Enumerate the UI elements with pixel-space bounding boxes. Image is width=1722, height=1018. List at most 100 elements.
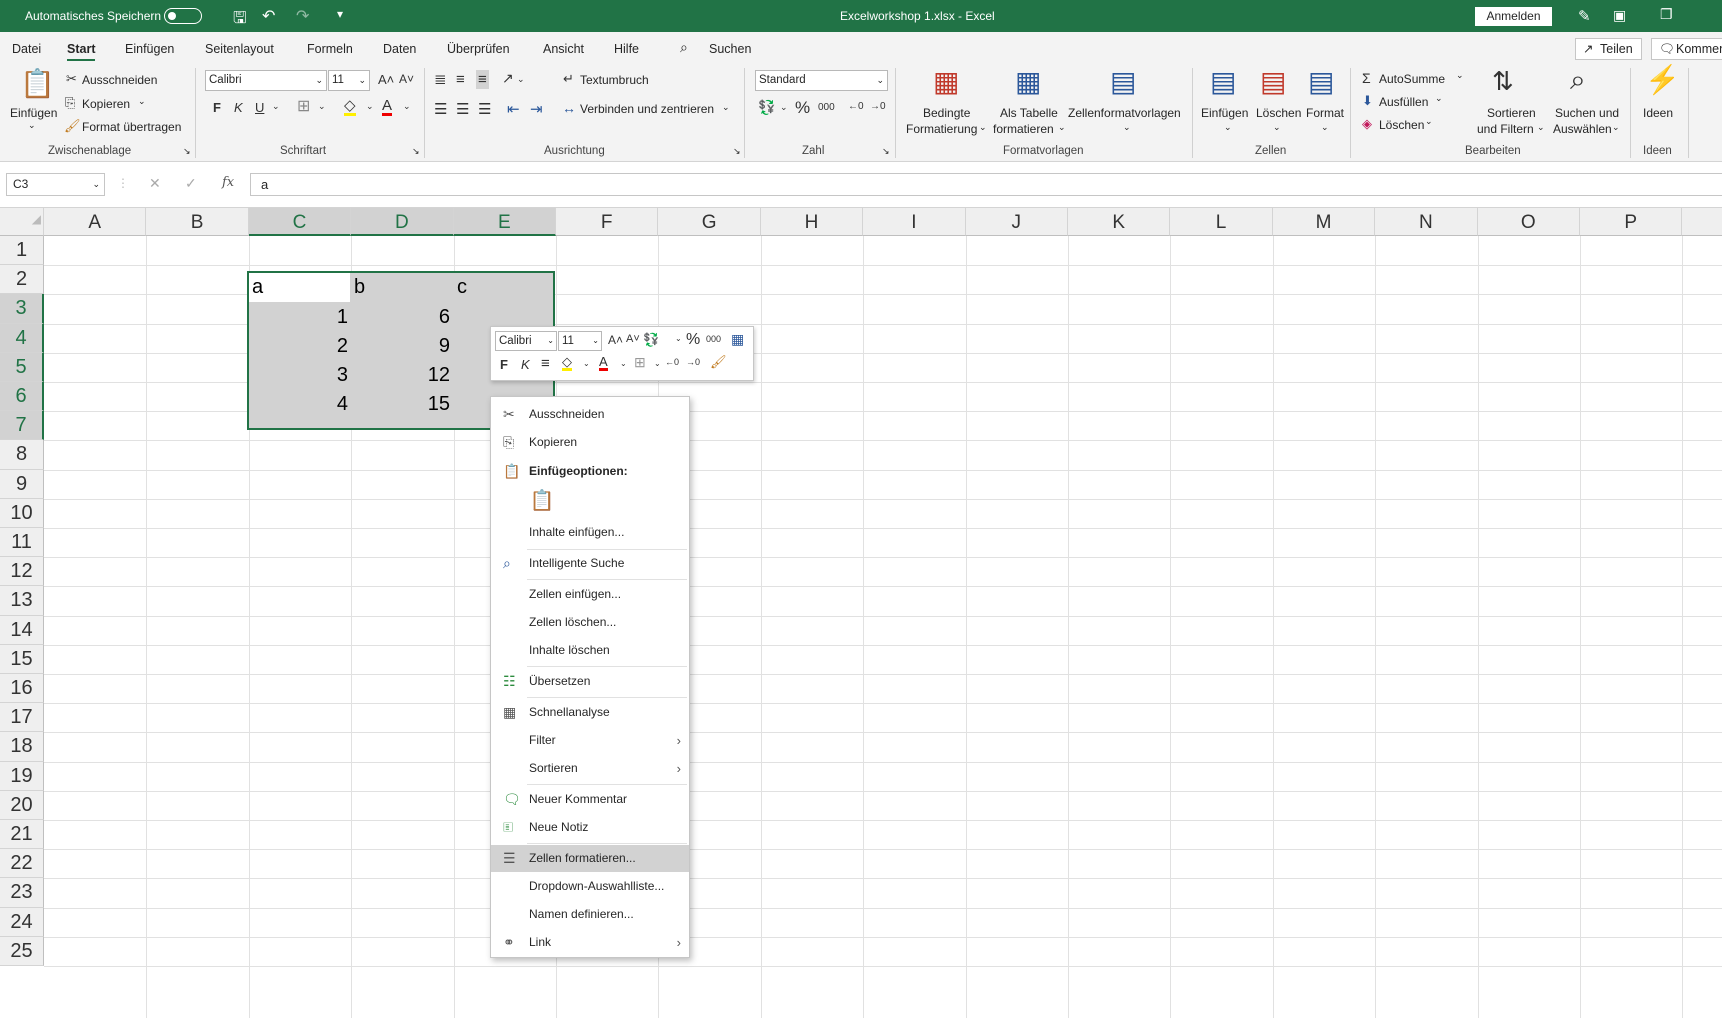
merge-dropdown-icon[interactable]: ⌄ xyxy=(722,102,730,113)
menu-item-sort[interactable]: Sortieren › xyxy=(491,755,689,782)
row-header[interactable]: 14 xyxy=(0,615,44,645)
chevron-down-icon[interactable]: ⌄ xyxy=(1224,122,1232,133)
row-header[interactable]: 18 xyxy=(0,732,44,762)
cell-d7[interactable]: 15 xyxy=(428,393,450,416)
fill-dropdown-icon[interactable]: ⌄ xyxy=(366,102,374,111)
ribbon-display-icon[interactable]: ▣ xyxy=(1613,7,1626,24)
row-header[interactable]: 6 xyxy=(0,382,44,412)
format-painter-button[interactable]: Format übertragen xyxy=(82,120,181,134)
currency-icon[interactable]: 💱 xyxy=(643,333,659,346)
chevron-down-icon[interactable]: ⌄ xyxy=(675,335,682,343)
tab-ueberpruefen[interactable]: Überprüfen xyxy=(447,42,510,56)
row-header[interactable]: 8 xyxy=(0,440,44,470)
conditional-formatting-label-2[interactable]: Formatierung xyxy=(906,122,977,136)
font-name-select[interactable]: Calibri ⌄ xyxy=(205,70,327,91)
cell-c4[interactable]: 1 xyxy=(337,306,348,329)
font-shrink-icon[interactable]: A˅ xyxy=(626,334,640,345)
chevron-down-icon[interactable]: ⌄ xyxy=(1435,93,1443,104)
menu-item-clear-contents[interactable]: Inhalte löschen xyxy=(491,637,689,664)
align-middle-icon[interactable]: ≡ xyxy=(456,72,465,87)
pen-icon[interactable]: ✎ xyxy=(1578,7,1591,25)
column-header[interactable]: O xyxy=(1477,208,1580,236)
column-header[interactable]: K xyxy=(1068,208,1171,236)
find-select-label-2[interactable]: Auswählen xyxy=(1553,122,1612,136)
indent-decrease-icon[interactable]: ⇤ xyxy=(507,102,520,117)
format-button[interactable]: Format xyxy=(1306,106,1344,120)
increase-decimal-icon[interactable]: ←0 xyxy=(848,102,864,112)
thousands-separator-icon[interactable]: 000 xyxy=(706,335,721,344)
clipboard-launcher-icon[interactable]: ↘ xyxy=(183,146,191,157)
chevron-down-icon[interactable]: ⌄ xyxy=(620,360,627,368)
row-header[interactable]: 12 xyxy=(0,557,44,587)
cell-c3[interactable]: a xyxy=(252,276,263,299)
row-header[interactable]: 1 xyxy=(0,236,44,266)
menu-item-copy[interactable]: ⎘ Kopieren xyxy=(491,429,689,456)
row-header[interactable]: 11 xyxy=(0,528,44,558)
chevron-down-icon[interactable]: ⌄ xyxy=(583,360,590,368)
increase-decimal-icon[interactable]: ←0 xyxy=(665,358,679,367)
cell-styles-button[interactable]: Zellenformatvorlagen xyxy=(1068,106,1181,120)
paste-option-icon[interactable]: 📋 xyxy=(529,488,555,514)
align-top-icon[interactable]: ≣ xyxy=(434,72,447,87)
chevron-down-icon[interactable]: ⌄ xyxy=(979,122,987,133)
currency-dropdown-icon[interactable]: ⌄ xyxy=(780,103,788,112)
column-header[interactable]: J xyxy=(965,208,1068,236)
decrease-decimal-icon[interactable]: →0 xyxy=(686,358,700,367)
mini-bold-button[interactable]: F xyxy=(500,358,508,371)
menu-item-filter[interactable]: Filter › xyxy=(491,727,689,754)
insert-cells-button[interactable]: Einfügen xyxy=(1201,106,1248,120)
percent-icon[interactable]: % xyxy=(795,99,810,116)
chevron-down-icon[interactable]: ⌄ xyxy=(654,360,661,368)
comments-button[interactable]: 🗨Kommentare xyxy=(1651,38,1722,60)
menu-item-paste-special[interactable]: Inhalte einfügen... xyxy=(491,519,689,546)
autosum-button[interactable]: AutoSumme xyxy=(1379,72,1445,86)
menu-item-translate[interactable]: ☷ Übersetzen xyxy=(491,668,689,695)
row-header[interactable]: 25 xyxy=(0,936,44,966)
align-center-icon[interactable]: ☰ xyxy=(456,102,469,117)
customize-qat-icon[interactable]: ▾ xyxy=(337,7,343,21)
cell-c6[interactable]: 3 xyxy=(337,364,348,387)
paste-icon[interactable]: 📋 xyxy=(20,70,55,98)
column-header[interactable]: L xyxy=(1170,208,1273,236)
select-all-corner[interactable]: ◢ xyxy=(0,208,44,236)
format-as-table-label-2[interactable]: formatieren xyxy=(993,122,1054,136)
column-header[interactable]: D xyxy=(351,208,454,236)
cell-c7[interactable]: 4 xyxy=(337,393,348,416)
row-header[interactable]: 4 xyxy=(0,323,44,353)
font-launcher-icon[interactable]: ↘ xyxy=(412,146,420,157)
menu-item-delete-cells[interactable]: Zellen löschen... xyxy=(491,609,689,636)
save-icon[interactable]: 🖫 xyxy=(233,7,247,34)
chevron-down-icon[interactable]: ⌄ xyxy=(1456,70,1464,81)
menu-item-link[interactable]: ⚭ Link › xyxy=(491,929,689,956)
cell-d5[interactable]: 9 xyxy=(439,335,450,358)
name-box[interactable]: C3 ⌄ xyxy=(6,173,105,196)
tab-start[interactable]: Start xyxy=(67,42,96,61)
row-header[interactable]: 9 xyxy=(0,469,44,499)
row-header[interactable]: 24 xyxy=(0,907,44,937)
restore-window-icon[interactable]: ❐ xyxy=(1660,6,1673,23)
menu-item-smart-lookup[interactable]: ⌕ Intelligente Suche xyxy=(491,550,689,577)
orientation-icon[interactable]: ↗ xyxy=(502,71,514,85)
center-icon[interactable]: ≡ xyxy=(541,356,550,371)
chevron-down-icon[interactable]: ⌄ xyxy=(1425,116,1433,127)
bold-button[interactable]: F xyxy=(213,101,221,114)
number-launcher-icon[interactable]: ↘ xyxy=(882,146,890,157)
align-bottom-icon[interactable]: ≡ xyxy=(476,70,489,89)
chevron-down-icon[interactable]: ⌄ xyxy=(1321,122,1329,133)
merge-center-button[interactable]: Verbinden und zentrieren xyxy=(580,102,714,116)
align-right-icon[interactable]: ☰ xyxy=(478,102,491,117)
column-header[interactable]: H xyxy=(760,208,864,236)
column-header[interactable]: G xyxy=(658,208,761,236)
fill-button[interactable]: Ausfüllen xyxy=(1379,95,1428,109)
decrease-decimal-icon[interactable]: →0 xyxy=(870,102,886,112)
row-header[interactable]: 23 xyxy=(0,878,44,908)
redo-icon[interactable]: ↷ xyxy=(296,6,309,26)
fill-color-icon[interactable]: ◇ xyxy=(562,355,572,371)
menu-item-insert-cells[interactable]: Zellen einfügen... xyxy=(491,581,689,608)
format-as-table-icon[interactable]: ▦ xyxy=(1015,68,1041,96)
cell-c5[interactable]: 2 xyxy=(337,335,348,358)
column-header[interactable]: A xyxy=(44,208,147,236)
delete-cells-icon[interactable]: ▤ xyxy=(1260,68,1286,96)
formula-input[interactable]: a xyxy=(250,173,1722,196)
menu-item-cut[interactable]: ✂ Ausschneiden xyxy=(491,401,689,428)
